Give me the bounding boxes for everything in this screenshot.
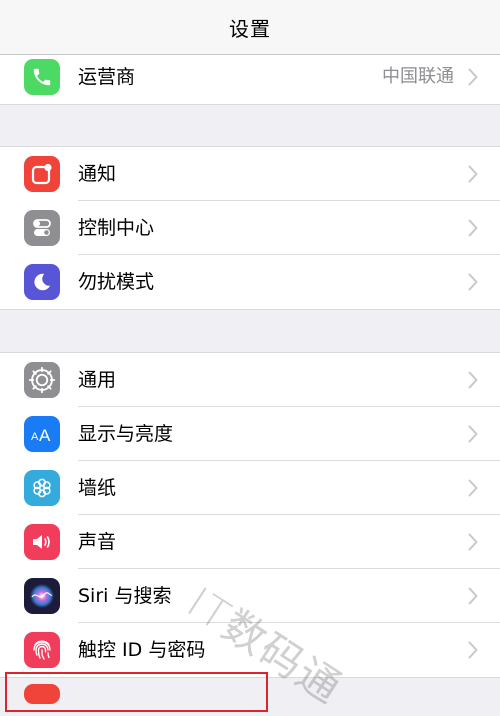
- chevron-right-icon: [468, 425, 478, 443]
- chevron-right-icon: [468, 273, 478, 291]
- chevron-right-icon: [468, 641, 478, 659]
- carrier-value: 中国联通: [382, 66, 454, 87]
- notifications-icon: [24, 156, 60, 192]
- settings-row-label: 控制中心: [78, 217, 155, 239]
- fingerprint-icon: [24, 632, 60, 668]
- wallpaper-icon: [24, 470, 60, 506]
- display-brightness-icon: AA: [24, 416, 60, 452]
- settings-row-do-not-disturb[interactable]: 勿扰模式: [0, 255, 500, 309]
- chevron-right-icon: [468, 219, 478, 237]
- settings-row-carrier[interactable]: 运营商 中国联通: [0, 50, 500, 104]
- svg-text:A: A: [39, 426, 51, 445]
- chevron-right-icon: [468, 479, 478, 497]
- phone-icon: [24, 59, 60, 95]
- settings-row-label: 运营商: [78, 66, 136, 88]
- settings-row-label: 墙纸: [78, 477, 117, 499]
- settings-row-label: 通知: [78, 163, 117, 185]
- settings-row-label: Siri 与搜索: [78, 585, 172, 607]
- chevron-right-icon: [468, 165, 478, 183]
- chevron-right-icon: [468, 68, 478, 86]
- speaker-icon: [24, 524, 60, 560]
- settings-row-control-center[interactable]: 控制中心: [0, 201, 500, 255]
- settings-row-label: 声音: [78, 531, 117, 553]
- settings-row-label: 勿扰模式: [78, 271, 155, 293]
- chevron-right-icon: [468, 587, 478, 605]
- settings-row-general[interactable]: 通用: [0, 353, 500, 407]
- settings-row-wallpaper[interactable]: 墙纸: [0, 461, 500, 515]
- navigation-bar: 设置: [0, 0, 500, 55]
- notifications-group: 通知 控制中心 勿扰模式: [0, 146, 500, 310]
- settings-row-label: 触控 ID 与密码: [78, 639, 206, 661]
- control-center-icon: [24, 210, 60, 246]
- chevron-right-icon: [468, 371, 478, 389]
- settings-row-sounds[interactable]: 声音: [0, 515, 500, 569]
- highlight-box: [5, 672, 268, 712]
- settings-row-label: 显示与亮度: [78, 423, 174, 445]
- settings-row-display-brightness[interactable]: AA 显示与亮度: [0, 407, 500, 461]
- siri-icon: [24, 578, 60, 614]
- settings-row-notifications[interactable]: 通知: [0, 147, 500, 201]
- carrier-group: 运营商 中国联通: [0, 49, 500, 105]
- moon-icon: [24, 264, 60, 300]
- page-title: 设置: [229, 16, 271, 41]
- settings-row-label: 通用: [78, 369, 117, 391]
- gear-icon: [24, 362, 60, 398]
- svg-text:A: A: [31, 431, 39, 443]
- chevron-right-icon: [468, 533, 478, 551]
